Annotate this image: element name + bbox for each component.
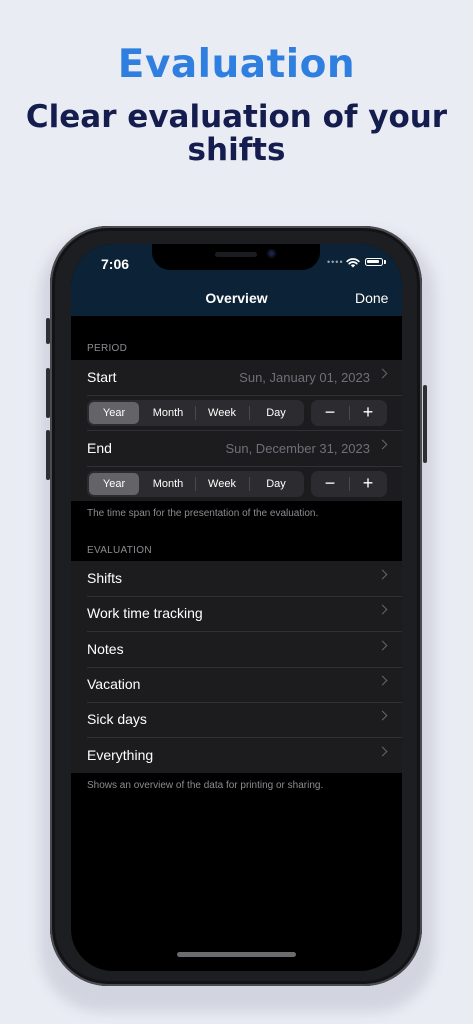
start-label: Start xyxy=(87,369,117,385)
chevron-right-icon xyxy=(377,640,388,651)
end-stepper: − + xyxy=(311,471,387,497)
notch xyxy=(152,244,320,270)
phone-screen: 7:06 •••• Overview Done PERIOD Start Sun… xyxy=(71,244,402,971)
end-segment-year[interactable]: Year xyxy=(89,473,139,495)
chevron-right-icon xyxy=(377,439,388,450)
list-item-label: Work time tracking xyxy=(87,605,203,621)
start-date-value: Sun, January 01, 2023 xyxy=(239,370,370,385)
list-item-sick-days[interactable]: Sick days xyxy=(71,702,402,737)
home-indicator[interactable] xyxy=(177,952,296,957)
start-segment-year[interactable]: Year xyxy=(89,402,139,424)
period-header: PERIOD xyxy=(87,343,128,354)
start-segment-month[interactable]: Month xyxy=(141,400,195,426)
list-item-shifts[interactable]: Shifts xyxy=(71,561,402,596)
start-increment-button[interactable]: + xyxy=(349,400,387,426)
list-item-work-time-tracking[interactable]: Work time tracking xyxy=(71,596,402,631)
promo-title: Evaluation xyxy=(117,42,356,87)
wifi-icon xyxy=(346,258,360,268)
evaluation-group: Shifts Work time tracking Notes Vacation… xyxy=(71,561,402,773)
phone-volume-down xyxy=(46,430,50,480)
start-segment-week[interactable]: Week xyxy=(195,400,249,426)
list-item-label: Vacation xyxy=(87,676,141,692)
speaker-grille xyxy=(215,252,257,257)
status-time: 7:06 xyxy=(101,256,130,272)
list-item-vacation[interactable]: Vacation xyxy=(71,667,402,702)
end-segment-month[interactable]: Month xyxy=(141,471,195,497)
start-stepper: − + xyxy=(311,400,387,426)
end-date-row[interactable]: End Sun, December 31, 2023 xyxy=(71,431,402,466)
battery-cap xyxy=(384,260,386,264)
end-segment-week[interactable]: Week xyxy=(195,471,249,497)
chevron-right-icon xyxy=(377,710,388,721)
chevron-right-icon xyxy=(377,569,388,580)
list-item-label: Notes xyxy=(87,641,124,657)
list-item-notes[interactable]: Notes xyxy=(71,632,402,667)
period-group: Start Sun, January 01, 2023 Year Month W… xyxy=(71,360,402,501)
end-label: End xyxy=(87,440,112,456)
period-footnote: The time span for the presentation of th… xyxy=(87,508,319,519)
phone-power-button xyxy=(423,385,427,463)
start-segment-day[interactable]: Day xyxy=(249,400,303,426)
list-item-label: Everything xyxy=(87,747,154,763)
signal-icon: •••• xyxy=(327,257,344,267)
phone-volume-up xyxy=(46,368,50,418)
done-button[interactable]: Done xyxy=(355,290,388,306)
promo-subtitle: Clear evaluation of your shifts xyxy=(0,101,473,167)
list-item-label: Sick days xyxy=(87,711,147,727)
divider xyxy=(87,466,402,467)
evaluation-header: EVALUATION xyxy=(87,545,152,556)
chevron-right-icon xyxy=(377,604,388,615)
chevron-right-icon xyxy=(377,675,388,686)
chevron-right-icon xyxy=(377,746,388,757)
end-period-segmented-control: Year Month Week Day xyxy=(87,471,304,497)
end-segment-day[interactable]: Day xyxy=(249,471,303,497)
start-period-segmented-control: Year Month Week Day xyxy=(87,400,304,426)
divider xyxy=(87,395,402,396)
end-date-value: Sun, December 31, 2023 xyxy=(225,441,370,456)
list-item-label: Shifts xyxy=(87,570,123,586)
promo-subtitle-line-2: shifts xyxy=(187,132,286,168)
evaluation-footnote: Shows an overview of the data for printi… xyxy=(87,780,324,791)
front-camera xyxy=(267,249,276,258)
list-item-everything[interactable]: Everything xyxy=(71,738,402,773)
start-date-row[interactable]: Start Sun, January 01, 2023 xyxy=(71,360,402,395)
chevron-right-icon xyxy=(377,368,388,379)
phone-mute-switch xyxy=(46,318,50,344)
start-decrement-button[interactable]: − xyxy=(311,400,349,426)
end-increment-button[interactable]: + xyxy=(349,471,387,497)
battery-icon xyxy=(365,258,383,266)
nav-title: Overview xyxy=(205,290,268,306)
promo-subtitle-line-1: Clear evaluation of your xyxy=(25,99,448,135)
end-decrement-button[interactable]: − xyxy=(311,471,349,497)
